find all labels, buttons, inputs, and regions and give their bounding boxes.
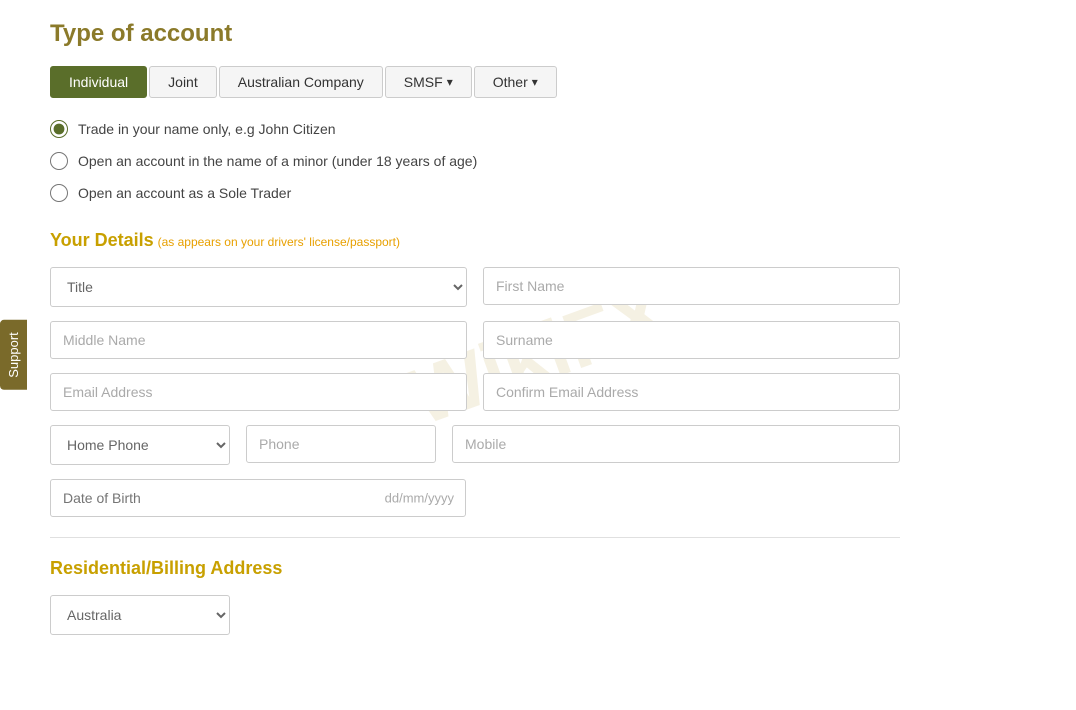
radio-minor-input[interactable] bbox=[50, 152, 68, 170]
radio-trade-name-label: Trade in your name only, e.g John Citize… bbox=[78, 121, 336, 137]
radio-sole-trader-label: Open an account as a Sole Trader bbox=[78, 185, 291, 201]
email-row bbox=[50, 373, 900, 411]
first-name-field bbox=[483, 267, 900, 307]
section-divider bbox=[50, 537, 900, 538]
tab-joint[interactable]: Joint bbox=[149, 66, 217, 98]
first-name-input[interactable] bbox=[483, 267, 900, 305]
your-details-title: Your Details bbox=[50, 230, 154, 250]
tab-smsf[interactable]: SMSF bbox=[385, 66, 472, 98]
email-field bbox=[50, 373, 467, 411]
tab-individual[interactable]: Individual bbox=[50, 66, 147, 98]
account-type-tabs: Individual Joint Australian Company SMSF… bbox=[50, 66, 900, 98]
radio-sole-trader[interactable]: Open an account as a Sole Trader bbox=[50, 184, 900, 202]
individual-options: Trade in your name only, e.g John Citize… bbox=[50, 120, 900, 202]
radio-minor-label: Open an account in the name of a minor (… bbox=[78, 153, 477, 169]
phone-number-field bbox=[246, 425, 436, 465]
radio-minor[interactable]: Open an account in the name of a minor (… bbox=[50, 152, 900, 170]
dob-field: dd/mm/yyyy bbox=[50, 479, 466, 517]
mobile-input[interactable] bbox=[452, 425, 900, 463]
title-firstname-row: Title Mr Mrs Ms Dr bbox=[50, 267, 900, 307]
title-field: Title Mr Mrs Ms Dr bbox=[50, 267, 467, 307]
your-details-section: Your Details (as appears on your drivers… bbox=[50, 230, 900, 517]
radio-sole-trader-input[interactable] bbox=[50, 184, 68, 202]
country-select[interactable]: Australia New Zealand United Kingdom Uni… bbox=[50, 595, 230, 635]
mobile-field bbox=[452, 425, 900, 465]
radio-trade-name[interactable]: Trade in your name only, e.g John Citize… bbox=[50, 120, 900, 138]
dob-input[interactable] bbox=[50, 479, 466, 517]
billing-title: Residential/Billing Address bbox=[50, 558, 900, 579]
phone-number-input[interactable] bbox=[246, 425, 436, 463]
tab-australian-company[interactable]: Australian Company bbox=[219, 66, 383, 98]
confirm-email-input[interactable] bbox=[483, 373, 900, 411]
dob-row: dd/mm/yyyy bbox=[50, 479, 900, 517]
surname-field bbox=[483, 321, 900, 359]
page-title: Type of account bbox=[50, 20, 900, 48]
middle-name-input[interactable] bbox=[50, 321, 467, 359]
billing-country-row: Australia New Zealand United Kingdom Uni… bbox=[50, 595, 900, 635]
phone-row: Home Phone Work Phone Mobile bbox=[50, 425, 900, 465]
title-select[interactable]: Title Mr Mrs Ms Dr bbox=[50, 267, 467, 307]
confirm-email-field bbox=[483, 373, 900, 411]
middlename-surname-row bbox=[50, 321, 900, 359]
email-input[interactable] bbox=[50, 373, 467, 411]
surname-input[interactable] bbox=[483, 321, 900, 359]
your-details-subtitle: (as appears on your drivers' license/pas… bbox=[158, 235, 400, 249]
phone-type-select[interactable]: Home Phone Work Phone Mobile bbox=[50, 425, 230, 465]
support-tab[interactable]: Support bbox=[0, 320, 27, 390]
tab-other[interactable]: Other bbox=[474, 66, 557, 98]
billing-section: Residential/Billing Address Australia Ne… bbox=[50, 558, 900, 635]
phone-type-field: Home Phone Work Phone Mobile bbox=[50, 425, 230, 465]
country-field: Australia New Zealand United Kingdom Uni… bbox=[50, 595, 230, 635]
radio-trade-name-input[interactable] bbox=[50, 120, 68, 138]
middle-name-field bbox=[50, 321, 467, 359]
